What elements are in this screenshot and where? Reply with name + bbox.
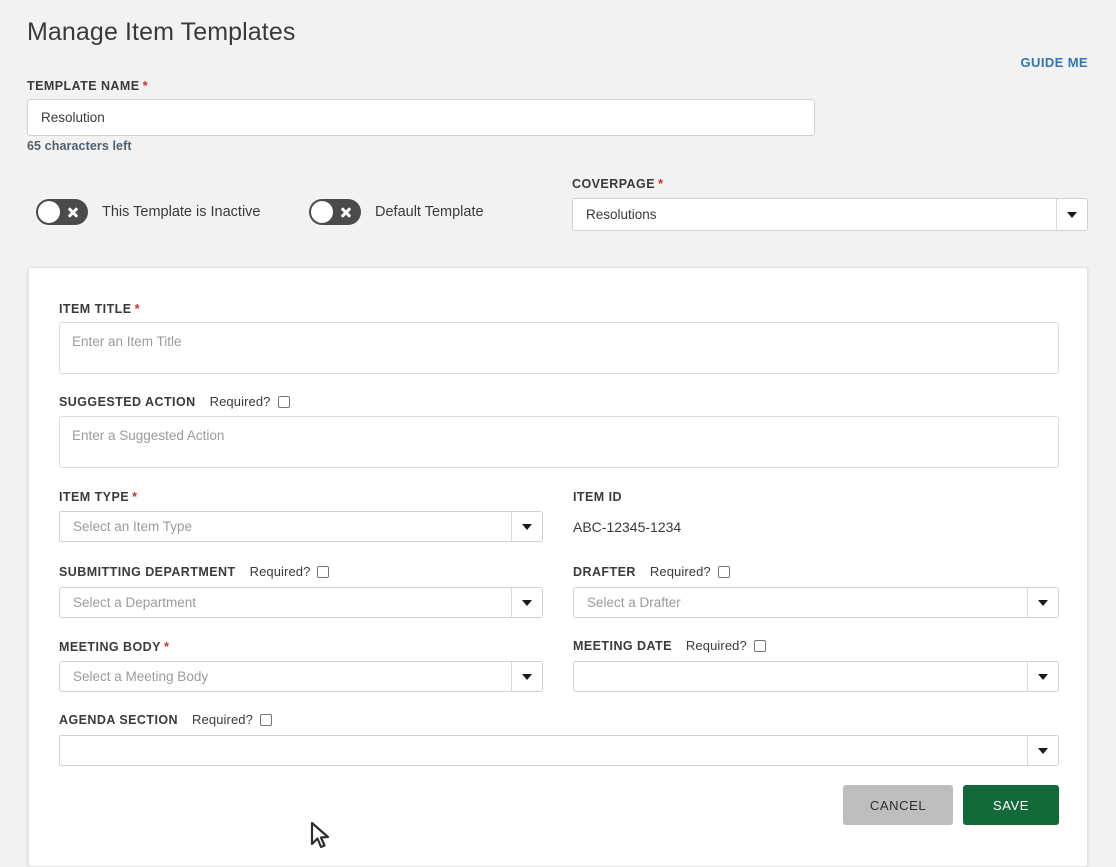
- required-label: Required?: [209, 394, 271, 409]
- item-title-input[interactable]: Enter an Item Title: [59, 322, 1059, 374]
- meeting-date-select[interactable]: [573, 661, 1059, 692]
- meeting-date-required-checkbox[interactable]: [753, 639, 766, 652]
- item-title-label: ITEM TITLE: [59, 302, 132, 316]
- item-id-value: ABC-12345-1234: [573, 519, 682, 535]
- meeting-date-label: MEETING DATE: [573, 638, 672, 653]
- submitting-department-label-group: SUBMITTING DEPARTMENT Required?: [59, 564, 330, 579]
- drafter-label-group: DRAFTER Required?: [573, 564, 730, 579]
- template-name-label: TEMPLATE NAME: [27, 79, 140, 93]
- agenda-section-required-checkbox[interactable]: [259, 713, 272, 726]
- meeting-body-label-group: MEETING BODY *: [59, 638, 169, 656]
- meeting-body-select[interactable]: Select a Meeting Body: [59, 661, 543, 692]
- inactive-toggle[interactable]: [36, 199, 88, 225]
- drafter-select[interactable]: Select a Drafter: [573, 587, 1059, 618]
- default-template-toggle-label: Default Template: [375, 204, 484, 220]
- item-id-label-group: ITEM ID: [573, 488, 622, 506]
- agenda-section-label-group: AGENDA SECTION Required?: [59, 712, 272, 727]
- required-asterisk: *: [132, 489, 138, 504]
- save-button[interactable]: SAVE: [963, 785, 1059, 825]
- required-asterisk: *: [142, 78, 148, 93]
- coverpage-value: Resolutions: [586, 207, 657, 222]
- suggested-action-required-group: Required?: [210, 394, 290, 409]
- item-type-placeholder: Select an Item Type: [73, 519, 193, 534]
- drafter-placeholder: Select a Drafter: [587, 595, 681, 610]
- drafter-required-group: Required?: [650, 564, 730, 579]
- drafter-required-checkbox[interactable]: [717, 565, 730, 578]
- required-label: Required?: [192, 712, 253, 727]
- inactive-toggle-group: This Template is Inactive: [36, 199, 261, 225]
- required-asterisk: *: [658, 176, 664, 191]
- item-id-label: ITEM ID: [573, 490, 622, 504]
- coverpage-select[interactable]: Resolutions: [572, 198, 1088, 231]
- meeting-body-placeholder: Select a Meeting Body: [73, 669, 209, 684]
- meeting-date-label-group: MEETING DATE Required?: [573, 638, 766, 653]
- mouse-pointer-icon: [310, 822, 330, 849]
- template-name-label-group: TEMPLATE NAME *: [27, 77, 148, 95]
- submitting-department-required-checkbox[interactable]: [317, 565, 330, 578]
- submitting-department-label: SUBMITTING DEPARTMENT: [59, 564, 236, 579]
- agenda-section-label: AGENDA SECTION: [59, 712, 179, 727]
- manage-item-templates-page: Manage Item Templates GUIDE ME TEMPLATE …: [0, 0, 1116, 867]
- chevron-down-icon[interactable]: [511, 588, 542, 617]
- drafter-label: DRAFTER: [573, 564, 636, 579]
- suggested-action-input[interactable]: Enter a Suggested Action: [59, 416, 1059, 468]
- required-asterisk: *: [134, 301, 140, 316]
- coverpage-label-group: COVERPAGE *: [572, 175, 663, 193]
- cancel-button[interactable]: CANCEL: [843, 785, 953, 825]
- chevron-down-icon[interactable]: [1027, 736, 1058, 765]
- x-icon: [340, 206, 352, 218]
- item-title-placeholder: Enter an Item Title: [72, 334, 182, 349]
- toggle-knob: [311, 201, 333, 223]
- chevron-down-icon[interactable]: [1027, 662, 1058, 691]
- default-template-toggle-group: Default Template: [309, 199, 484, 225]
- item-title-label-group: ITEM TITLE *: [59, 300, 140, 318]
- chevron-down-icon[interactable]: [511, 662, 542, 691]
- item-template-card: ITEM TITLE * Enter an Item Title SUGGESTE…: [28, 267, 1088, 867]
- agenda-section-required-group: Required?: [192, 712, 272, 727]
- guide-me-link[interactable]: GUIDE ME: [1021, 55, 1088, 70]
- submitting-department-required-group: Required?: [250, 564, 330, 579]
- chevron-down-icon[interactable]: [1027, 588, 1058, 617]
- template-name-value: Resolution: [41, 110, 105, 125]
- item-type-label: ITEM TYPE: [59, 490, 130, 504]
- default-template-toggle[interactable]: [309, 199, 361, 225]
- template-name-input[interactable]: Resolution: [27, 99, 815, 136]
- submitting-department-placeholder: Select a Department: [73, 595, 197, 610]
- meeting-date-required-group: Required?: [686, 638, 766, 653]
- coverpage-label: COVERPAGE: [572, 177, 655, 191]
- suggested-action-label: SUGGESTED ACTION: [59, 394, 196, 409]
- chevron-down-icon[interactable]: [511, 512, 542, 541]
- submitting-department-select[interactable]: Select a Department: [59, 587, 543, 618]
- required-label: Required?: [249, 564, 311, 579]
- x-icon: [67, 206, 79, 218]
- item-type-select[interactable]: Select an Item Type: [59, 511, 543, 542]
- required-asterisk: *: [163, 639, 169, 654]
- meeting-body-label: MEETING BODY: [59, 640, 161, 654]
- agenda-section-value: [60, 736, 1027, 765]
- suggested-action-required-checkbox[interactable]: [277, 395, 290, 408]
- required-label: Required?: [685, 638, 747, 653]
- inactive-toggle-label: This Template is Inactive: [102, 204, 261, 220]
- required-label: Required?: [649, 564, 711, 579]
- agenda-section-select[interactable]: [59, 735, 1059, 766]
- toggle-knob: [38, 201, 60, 223]
- suggested-action-placeholder: Enter a Suggested Action: [72, 428, 225, 443]
- suggested-action-label-group: SUGGESTED ACTION Required?: [59, 394, 290, 409]
- characters-left-helper: 65 characters left: [27, 139, 132, 153]
- page-title: Manage Item Templates: [27, 18, 296, 46]
- chevron-down-icon[interactable]: [1056, 199, 1087, 230]
- meeting-date-value: [574, 662, 1027, 691]
- item-type-label-group: ITEM TYPE *: [59, 488, 137, 506]
